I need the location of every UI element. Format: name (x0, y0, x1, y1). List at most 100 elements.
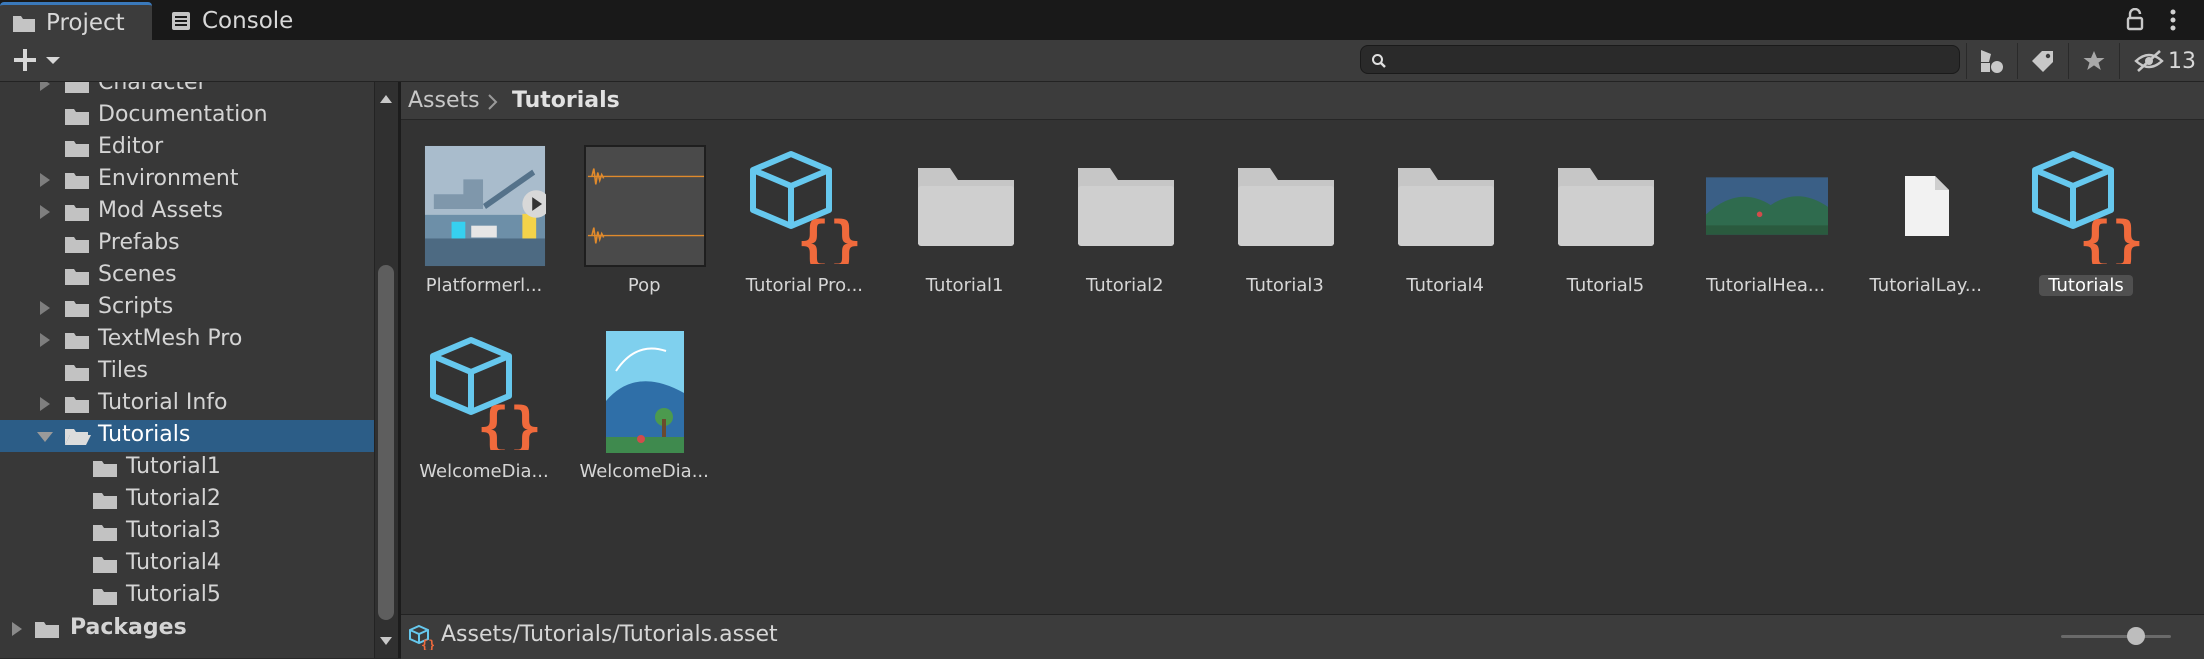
asset-label: Tutorial5 (1566, 275, 1645, 296)
tree-item[interactable]: Tutorial2 (0, 484, 374, 516)
tab-project[interactable]: Project (0, 2, 152, 40)
chevron-right-icon[interactable] (38, 172, 52, 188)
tree-item[interactable]: Environment (0, 164, 374, 196)
tree-item-label: Tutorial Info (98, 390, 228, 415)
status-bar: {} Assets/Tutorials/Tutorials.asset (401, 614, 2204, 659)
tree-item[interactable]: TextMesh Pro (0, 324, 374, 356)
asset-thumbnail (1705, 145, 1828, 267)
tree-item-label: Tutorial4 (126, 550, 221, 575)
chevron-right-icon[interactable] (38, 204, 52, 220)
search-input[interactable] (1395, 46, 1949, 75)
folder-icon (93, 557, 117, 573)
breadcrumb-assets[interactable]: Assets (408, 88, 480, 113)
eye-slash-icon (2134, 50, 2164, 72)
asset-item[interactable]: Tutorial3 (1210, 120, 1360, 296)
asset-item[interactable]: {} WelcomeDia... (409, 306, 559, 482)
asset-thumbnail (1385, 145, 1507, 267)
search-field[interactable] (1360, 45, 1960, 75)
zoom-slider-track[interactable] (2061, 635, 2171, 638)
asset-item[interactable]: Tutorial1 (890, 120, 1040, 296)
asset-label: TutorialLay... (1869, 275, 1983, 296)
audio-waveform-thumbnail (584, 145, 707, 267)
tree-item[interactable]: Scripts (0, 292, 374, 324)
tree-item[interactable]: Character (0, 82, 374, 100)
hidden-packages-toggle[interactable]: 13 (2119, 43, 2204, 79)
tree-item[interactable]: Tutorials (0, 420, 374, 452)
asset-item[interactable]: Platformerl... (409, 120, 559, 296)
scrollbar-thumb[interactable] (378, 265, 394, 620)
tree-item[interactable]: Documentation (0, 100, 374, 132)
folder-icon (65, 109, 89, 125)
asset-thumbnail (1545, 145, 1667, 267)
chevron-right-icon[interactable] (38, 332, 52, 348)
asset-item[interactable]: WelcomeDia... (569, 306, 719, 482)
tree-item[interactable]: Tutorial3 (0, 516, 374, 548)
chevron-right-icon[interactable] (38, 300, 52, 316)
folder-icon (917, 168, 1014, 246)
scroll-up-arrow-icon[interactable] (378, 90, 394, 109)
tab-console[interactable]: Console (170, 2, 320, 40)
asset-thumbnail (1866, 145, 1988, 267)
asset-item[interactable]: TutorialLay... (1851, 120, 2001, 296)
asset-label: Tutorial1 (925, 275, 1004, 296)
tree-item[interactable]: Tutorial5 (0, 580, 374, 612)
filter-by-type-button[interactable] (1966, 43, 2017, 79)
tree-item[interactable]: Editor (0, 132, 374, 164)
tree-item[interactable]: Tutorial1 (0, 452, 374, 484)
image-thumbnail (1705, 177, 1828, 235)
tree-item-label: Scenes (98, 262, 177, 287)
tree-item[interactable]: Prefabs (0, 228, 374, 260)
hidden-count: 13 (2168, 48, 2196, 74)
tree-item-packages[interactable]: Packages (0, 613, 374, 645)
svg-text:{}: {} (2079, 210, 2144, 264)
chevron-right-icon[interactable] (10, 621, 24, 637)
asset-label: Tutorial3 (1246, 275, 1324, 296)
svg-text:{}: {} (477, 396, 542, 450)
folder-icon (65, 301, 89, 317)
folder-icon (93, 589, 117, 605)
lock-icon[interactable] (2124, 7, 2146, 36)
scriptable-object-icon: {} (750, 151, 862, 264)
folder-icon (13, 15, 35, 32)
folder-icon (1398, 168, 1495, 246)
tree-item-label: Tutorials (98, 422, 191, 447)
asset-thumbnail (584, 331, 706, 453)
favorites-button[interactable] (2068, 43, 2119, 79)
tree-item[interactable]: Tutorial4 (0, 548, 374, 580)
asset-label: Tutorial2 (1085, 275, 1164, 296)
tree-item[interactable]: Scenes (0, 260, 374, 292)
folder-icon (65, 269, 89, 285)
folder-icon (93, 525, 117, 541)
tree-item[interactable]: Tutorial Info (0, 388, 374, 420)
tree-item[interactable]: Mod Assets (0, 196, 374, 228)
folder-icon (65, 82, 89, 93)
asset-item[interactable]: Tutorial2 (1050, 120, 1200, 296)
asset-item[interactable]: {} Tutorial Pro... (729, 120, 879, 296)
scroll-down-arrow-icon[interactable] (378, 632, 394, 651)
file-icon (1904, 176, 1949, 236)
chevron-down-icon[interactable] (36, 430, 54, 444)
tree-item-label: Documentation (98, 102, 268, 127)
chevron-right-icon[interactable] (38, 396, 52, 412)
tab-label: Console (202, 8, 294, 34)
asset-item[interactable]: Pop (569, 120, 719, 296)
tab-bar (0, 0, 2204, 41)
folder-icon (1238, 168, 1334, 246)
create-button[interactable] (10, 47, 64, 77)
folder-icon (1077, 168, 1174, 246)
chevron-right-icon[interactable] (38, 82, 52, 92)
asset-item[interactable]: Tutorial4 (1370, 120, 1520, 296)
asset-item[interactable]: TutorialHea... (1691, 120, 1841, 296)
asset-thumbnail (424, 145, 546, 267)
filter-by-label-button[interactable] (2017, 43, 2068, 79)
asset-item[interactable]: Tutorial5 (1530, 120, 1680, 296)
zoom-slider-thumb[interactable] (2126, 627, 2145, 645)
tree-item-label: Mod Assets (98, 198, 223, 223)
asset-label: Tutorial Pro... (745, 275, 864, 296)
tree-item[interactable]: Tiles (0, 356, 374, 388)
folder-icon (65, 205, 89, 221)
kebab-menu-icon[interactable] (2168, 8, 2178, 36)
asset-item[interactable]: {} Tutorials (2011, 120, 2161, 296)
breadcrumb-current[interactable]: Tutorials (512, 88, 620, 113)
tree-item-label: Editor (98, 134, 164, 159)
